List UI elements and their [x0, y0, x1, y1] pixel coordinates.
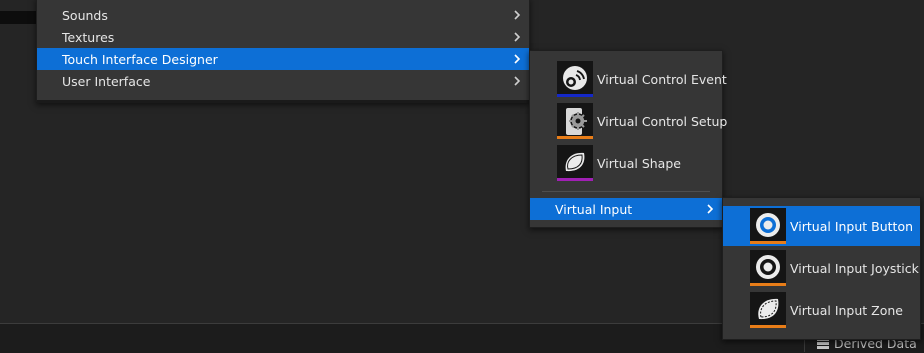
virtual-shape-icon: [557, 145, 593, 181]
menu-item-virtual-control-event[interactable]: Virtual Control Event: [530, 59, 727, 99]
menu-item-label: Sounds: [62, 7, 108, 23]
chevron-right-icon: [705, 204, 715, 214]
asset-category-menu: Sounds Textures Touch Interface Designer…: [36, 0, 530, 103]
menu-item-label: Touch Interface Designer: [62, 51, 218, 67]
menu-item-user-interface[interactable]: User Interface: [37, 70, 529, 92]
menu-divider: [542, 191, 710, 192]
menu-item-label: Virtual Control Setup: [597, 113, 728, 129]
virtual-input-submenu: Virtual Input Button Virtual Input Joyst…: [722, 197, 921, 340]
menu-item-virtual-control-setup[interactable]: Virtual Control Setup: [530, 101, 727, 141]
menu-item-virtual-shape[interactable]: Virtual Shape: [530, 143, 722, 183]
menu-item-label: Virtual Input Joystick: [790, 260, 919, 276]
chevron-right-icon: [512, 10, 522, 20]
virtual-input-zone-icon: [750, 292, 786, 328]
touch-interface-designer-submenu: Virtual Control Event Virtual Control Se…: [529, 50, 727, 228]
asset-color-bar: [750, 283, 786, 286]
menu-item-label: Virtual Shape: [597, 155, 681, 171]
virtual-control-event-icon: [557, 61, 593, 97]
menu-item-virtual-input-joystick[interactable]: Virtual Input Joystick: [723, 248, 920, 288]
menu-item-label: Virtual Control Event: [597, 71, 727, 87]
menu-item-label: Virtual Input: [555, 201, 633, 217]
menu-item-label: Virtual Input Button: [790, 218, 914, 234]
chevron-right-icon: [512, 32, 522, 42]
asset-color-bar: [557, 94, 593, 97]
virtual-input-button-icon: [750, 208, 786, 244]
menu-item-virtual-input-zone[interactable]: Virtual Input Zone: [723, 290, 920, 330]
menu-item-touch-interface-designer[interactable]: Touch Interface Designer: [37, 48, 529, 70]
virtual-control-setup-icon: [557, 103, 593, 139]
asset-color-bar: [750, 325, 786, 328]
menu-item-label: User Interface: [62, 73, 151, 89]
asset-color-bar: [557, 178, 593, 181]
menu-item-virtual-input-button[interactable]: Virtual Input Button: [723, 206, 920, 246]
virtual-input-joystick-icon: [750, 250, 786, 286]
menu-item-textures[interactable]: Textures: [37, 26, 529, 48]
menu-item-virtual-input[interactable]: Virtual Input: [530, 198, 722, 220]
asset-color-bar: [557, 136, 593, 139]
chevron-right-icon: [512, 54, 522, 64]
menu-item-label: Virtual Input Zone: [790, 302, 903, 318]
menu-item-sounds[interactable]: Sounds: [37, 4, 529, 26]
background-panel-strip: [0, 11, 37, 24]
chevron-right-icon: [512, 76, 522, 86]
menu-item-label: Textures: [62, 29, 115, 45]
asset-color-bar: [750, 241, 786, 244]
